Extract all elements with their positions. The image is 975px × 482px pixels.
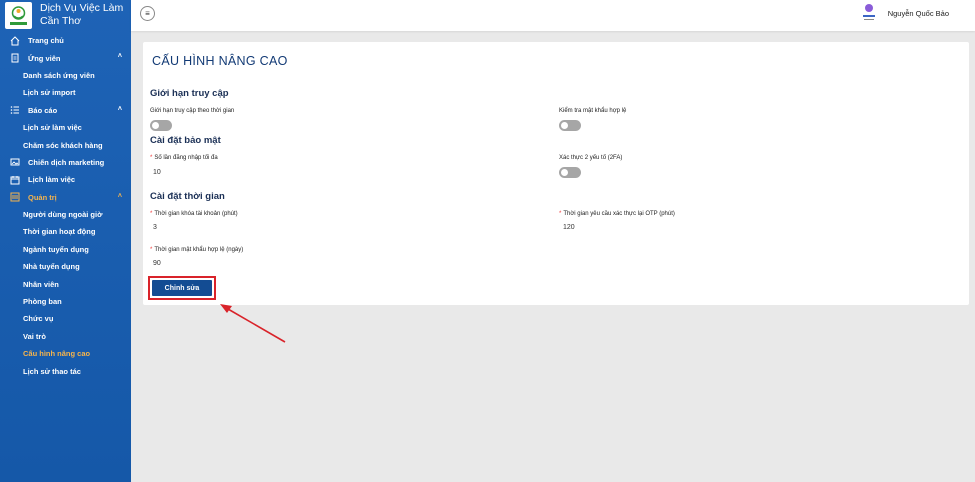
- calendar-icon: [10, 175, 20, 185]
- document-icon: [10, 53, 20, 63]
- sidebar-item-label: Lịch sử import: [23, 88, 76, 98]
- user-avatar-icon: [862, 3, 876, 23]
- sidebar-item-trang-chu[interactable]: Trang chủ: [0, 32, 131, 49]
- lock-time-label: * Thời gian khóa tài khoản (phút): [150, 211, 238, 217]
- sidebar-item-label: Lịch làm việc: [28, 175, 76, 185]
- chevron-up-icon[interactable]: ˄: [118, 53, 122, 60]
- sidebar-item-label: Phòng ban: [23, 297, 62, 307]
- edit-button[interactable]: Chỉnh sửa: [152, 280, 212, 296]
- section-time-settings: Cài đặt thời gian: [150, 191, 225, 202]
- page-title: CẤU HÌNH NÂNG CAO: [152, 54, 288, 68]
- sidebar-nav: Trang chủ Ứng viên ˄ Danh sách ứng viên Lịch…: [0, 32, 131, 380]
- sidebar-item-lich-su-import[interactable]: Lịch sử import: [0, 84, 131, 101]
- max-login-label: * Số lần đăng nhập tối đa: [150, 155, 218, 161]
- sidebar: Dịch Vụ Việc Làm Cần Thơ Trang chủ Ứng vi…: [0, 0, 131, 482]
- sidebar-item-phong-ban[interactable]: Phòng ban: [0, 293, 131, 310]
- edit-button-highlight: Chỉnh sửa: [148, 276, 216, 300]
- time-limit-toggle[interactable]: [150, 120, 172, 131]
- sidebar-item-lich-lam-viec[interactable]: Lịch làm việc: [0, 171, 131, 188]
- list-icon: [10, 105, 20, 115]
- sidebar-item-label: Chức vụ: [23, 314, 54, 324]
- password-valid-field[interactable]: 90: [153, 260, 161, 267]
- brand-line-1: Dịch Vụ Việc Làm: [40, 2, 124, 14]
- config-card: CẤU HÌNH NÂNG CAO Giới hạn truy cập Giới…: [143, 42, 969, 305]
- sidebar-item-cau-hinh-nang-cao[interactable]: Cấu hình nâng cao: [0, 345, 131, 362]
- sidebar-item-chien-dich-marketing[interactable]: Chiến dịch marketing: [0, 154, 131, 171]
- sidebar-item-label: Trang chủ: [28, 36, 64, 46]
- sidebar-item-label: Lịch sử thao tác: [23, 366, 81, 376]
- sidebar-item-quan-tri[interactable]: Quản trị ˄: [0, 189, 131, 206]
- logo: [5, 2, 32, 29]
- sidebar-item-label: Lịch sử làm việc: [23, 123, 82, 133]
- sidebar-item-label: Thời gian hoạt động: [23, 227, 96, 237]
- sidebar-item-label: Cấu hình nâng cao: [23, 349, 91, 359]
- settings-icon: [10, 192, 20, 202]
- sidebar-item-label: Nhân viên: [23, 279, 59, 289]
- max-login-field[interactable]: 10: [153, 169, 161, 176]
- section-access-limit: Giới hạn truy cập: [150, 88, 229, 99]
- sidebar-item-bao-cao[interactable]: Báo cáo ˄: [0, 102, 131, 119]
- user-name: Nguyễn Quốc Bảo: [887, 8, 949, 18]
- sidebar-item-nganh-tuyen-dung[interactable]: Ngành tuyển dụng: [0, 241, 131, 258]
- sidebar-item-label: Chiến dịch marketing: [28, 157, 105, 167]
- sidebar-item-lich-su-lam-viec[interactable]: Lịch sử làm việc: [0, 119, 131, 136]
- sidebar-item-thoi-gian-hoat-dong[interactable]: Thời gian hoạt động: [0, 223, 131, 240]
- sidebar-item-chuc-vu[interactable]: Chức vụ: [0, 310, 131, 327]
- user-menu[interactable]: Nguyễn Quốc Bảo: [862, 3, 949, 23]
- sidebar-item-label: Vai trò: [23, 331, 46, 341]
- sidebar-item-nha-tuyen-dung[interactable]: Nhà tuyển dụng: [0, 258, 131, 275]
- home-icon: [10, 35, 20, 46]
- sidebar-item-label: Ứng viên: [28, 53, 61, 63]
- twofa-toggle[interactable]: [559, 167, 581, 178]
- sidebar-item-label: Ngành tuyển dụng: [23, 244, 89, 254]
- image-icon: [10, 157, 20, 167]
- brand-line-2: Cần Thơ: [40, 15, 82, 27]
- brand-name: Dịch Vụ Việc Làm Cần Thơ: [40, 2, 123, 28]
- twofa-label: Xác thực 2 yếu tố (2FA): [559, 155, 623, 161]
- brand[interactable]: Dịch Vụ Việc Làm Cần Thơ: [0, 0, 131, 32]
- password-valid-label: * Thời gian mật khẩu hợp lệ (ngày): [150, 247, 244, 253]
- sidebar-item-lich-su-thao-tac[interactable]: Lịch sử thao tác: [0, 362, 131, 379]
- menu-toggle-button[interactable]: ≡: [140, 6, 155, 21]
- chevron-up-icon[interactable]: ˄: [118, 106, 122, 113]
- sidebar-item-cham-soc-khach-hang[interactable]: Chăm sóc khách hàng: [0, 136, 131, 153]
- otp-time-label: * Thời gian yêu cầu xác thực lại OTP (phú…: [559, 211, 675, 217]
- sidebar-item-vai-tro[interactable]: Vai trò: [0, 328, 131, 345]
- sidebar-item-label: Người dùng ngoài giờ: [23, 210, 103, 220]
- time-limit-label: Giới hạn truy cập theo thời gian: [150, 108, 235, 114]
- sidebar-item-label: Chăm sóc khách hàng: [23, 140, 103, 150]
- otp-time-field[interactable]: 120: [563, 224, 575, 231]
- password-check-toggle[interactable]: [559, 120, 581, 131]
- sidebar-item-nhan-vien[interactable]: Nhân viên: [0, 275, 131, 292]
- sidebar-item-label: Nhà tuyển dụng: [23, 262, 80, 272]
- sidebar-item-label: Quản trị: [28, 192, 57, 202]
- sidebar-item-ung-vien[interactable]: Ứng viên ˄: [0, 49, 131, 66]
- sidebar-item-label: Danh sách ứng viên: [23, 70, 95, 80]
- section-security: Cài đặt bảo mật: [150, 135, 221, 146]
- lock-time-field[interactable]: 3: [153, 224, 157, 231]
- password-check-label: Kiểm tra mật khẩu hợp lệ: [559, 108, 627, 114]
- top-header: ≡ Nguyễn Quốc Bảo: [131, 0, 975, 31]
- sidebar-item-danh-sach-ung-vien[interactable]: Danh sách ứng viên: [0, 67, 131, 84]
- sidebar-item-nguoi-dung-ngoai-gio[interactable]: Người dùng ngoài giờ: [0, 206, 131, 223]
- sidebar-item-label: Báo cáo: [28, 105, 58, 115]
- chevron-up-icon[interactable]: ˄: [118, 193, 122, 200]
